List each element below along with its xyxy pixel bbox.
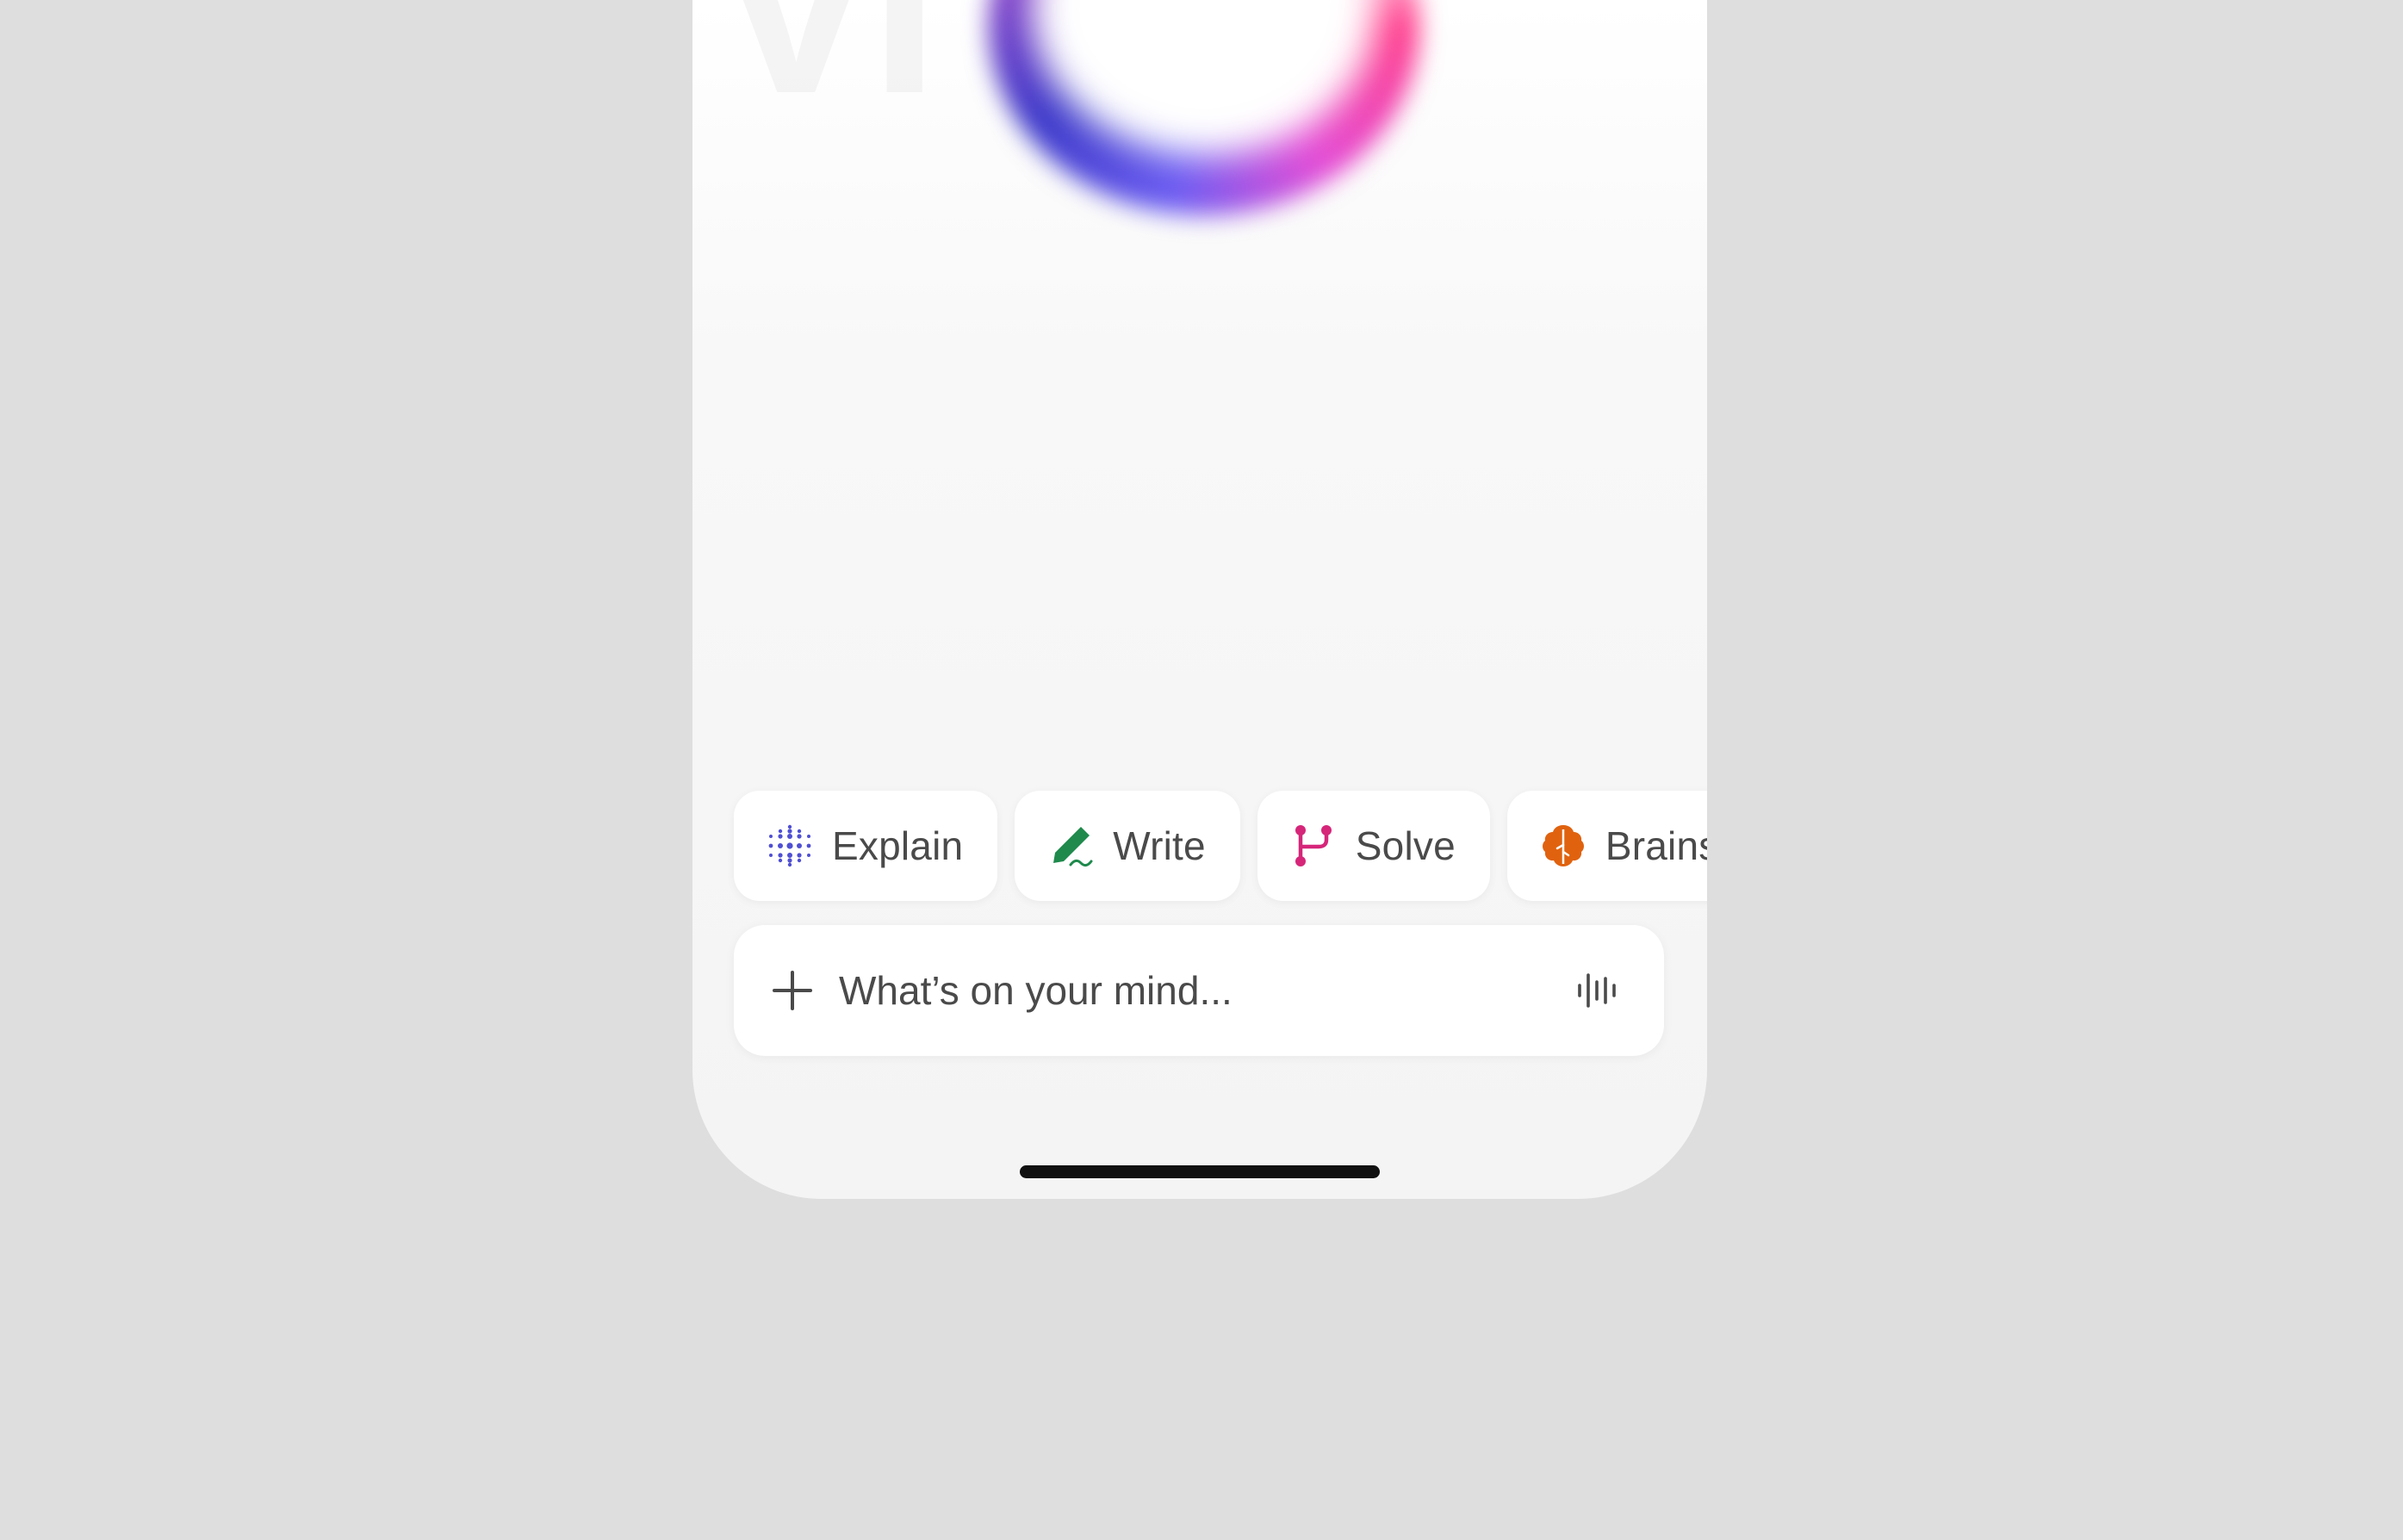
prompt-composer bbox=[734, 925, 1664, 1056]
chip-solve[interactable]: Solve bbox=[1257, 791, 1490, 901]
assistant-orb bbox=[989, 0, 1419, 215]
dot-grid-icon bbox=[767, 823, 813, 869]
prompt-input[interactable] bbox=[839, 967, 1573, 1014]
brain-icon bbox=[1540, 823, 1586, 869]
home-indicator[interactable] bbox=[1020, 1165, 1380, 1178]
chip-label: Brainstorm bbox=[1605, 823, 1707, 868]
pen-icon bbox=[1047, 823, 1094, 869]
background-title-letters: Vi bbox=[710, 0, 941, 147]
chip-label: Write bbox=[1113, 823, 1206, 868]
chip-brainstorm[interactable]: Brainstorm bbox=[1506, 791, 1707, 901]
chip-explain[interactable]: Explain bbox=[734, 791, 998, 901]
waveform-icon bbox=[1578, 973, 1616, 1008]
chip-label: Explain bbox=[832, 823, 964, 868]
branch-icon bbox=[1290, 823, 1337, 869]
chip-write[interactable]: Write bbox=[1015, 791, 1240, 901]
chip-label: Solve bbox=[1355, 823, 1456, 868]
phone-screen: Vi Explain Write Solve Brain What’s on y… bbox=[692, 0, 1707, 1199]
plus-icon bbox=[773, 971, 812, 1010]
voice-mode-button[interactable] bbox=[1573, 966, 1621, 1015]
suggestion-chips: Explain Write Solve Brain bbox=[734, 791, 1707, 901]
add-attachment-button[interactable] bbox=[768, 966, 817, 1015]
